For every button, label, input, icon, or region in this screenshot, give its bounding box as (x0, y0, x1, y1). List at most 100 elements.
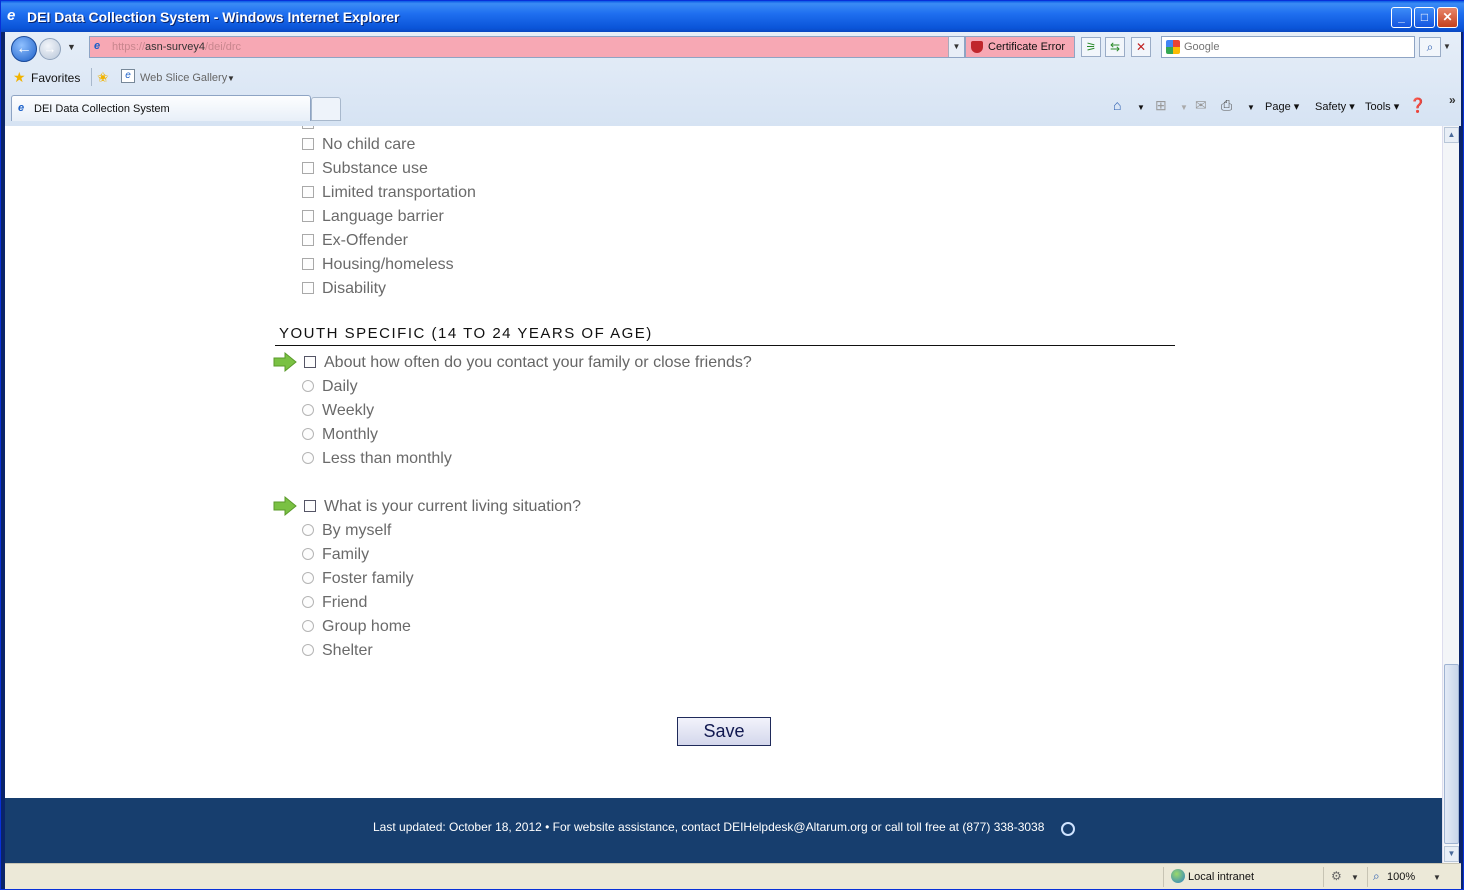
checkbox[interactable] (302, 138, 314, 150)
safety-menu[interactable]: Safety ▾ (1315, 100, 1355, 113)
divider (1163, 867, 1164, 887)
search-input[interactable] (1184, 39, 1410, 55)
compatibility-view-icon[interactable]: ⚞ (1081, 37, 1101, 57)
protected-mode-dropdown-icon[interactable]: ▼ (1351, 873, 1359, 882)
certificate-error-button[interactable]: Certificate Error (965, 36, 1075, 58)
history-dropdown-icon[interactable]: ▼ (67, 42, 76, 52)
close-button[interactable]: ✕ (1437, 7, 1458, 28)
option-label: Foster family (322, 570, 414, 587)
divider (91, 68, 92, 86)
radio-button[interactable] (302, 428, 314, 440)
scroll-thumb[interactable] (1444, 664, 1459, 844)
section-divider (275, 345, 1175, 346)
page-icon: e (94, 40, 101, 52)
print-dropdown-icon[interactable]: ▼ (1247, 103, 1255, 112)
save-button[interactable]: Save (677, 717, 771, 746)
help-icon[interactable]: ❓ (1409, 97, 1426, 114)
arrow-right-icon (273, 495, 297, 517)
option-label: By myself (322, 522, 392, 539)
option-label: No child care (322, 136, 416, 153)
checkbox[interactable] (302, 162, 314, 174)
address-dropdown-icon[interactable]: ▼ (948, 37, 964, 57)
back-button[interactable]: ← (11, 36, 37, 62)
option-label: Daily (322, 378, 358, 395)
tab-active[interactable]: e DEI Data Collection System (11, 95, 311, 121)
zoom-icon[interactable]: ⌕ (1373, 869, 1380, 884)
question-checkbox[interactable] (304, 500, 316, 512)
web-slice-gallery-link[interactable]: Web Slice Gallery (140, 72, 227, 84)
certificate-error-label: Certificate Error (988, 41, 1066, 53)
scroll-up-icon[interactable]: ▲ (1444, 127, 1459, 143)
radio-button[interactable] (302, 524, 314, 536)
forward-button[interactable]: → (39, 38, 61, 60)
favorites-star-icon[interactable]: ★ (13, 69, 26, 86)
checkbox[interactable] (302, 126, 314, 129)
arrow-right-icon (273, 351, 297, 373)
question-label: What is your current living situation? (324, 498, 581, 515)
option-label: Substance use (322, 160, 428, 177)
option-label: Language barrier (322, 208, 444, 225)
status-bar: Local intranet ⚙ ▼ ⌕ 100% ▼ (5, 863, 1461, 889)
radio-button[interactable] (302, 404, 314, 416)
print-icon[interactable]: ⎙ (1221, 97, 1232, 114)
option-label: Housing/homeless (322, 256, 454, 273)
search-box[interactable] (1161, 36, 1415, 58)
window-title: DEI Data Collection System - Windows Int… (27, 9, 400, 25)
vertical-scrollbar[interactable]: ▲ ▼ (1442, 126, 1459, 863)
zoom-dropdown-icon[interactable]: ▼ (1433, 873, 1441, 882)
add-favorites-icon[interactable]: ✬ (97, 69, 109, 86)
option-label: Group home (322, 618, 411, 635)
home-dropdown-icon[interactable]: ▼ (1137, 103, 1145, 112)
footer-text: Last updated: October 18, 2012 • For web… (373, 820, 1045, 834)
radio-button[interactable] (302, 380, 314, 392)
option-label: Weekly (322, 402, 375, 419)
divider (1323, 867, 1324, 887)
feeds-dropdown-icon[interactable]: ▼ (1180, 103, 1188, 112)
security-zone[interactable]: Local intranet (1188, 871, 1254, 883)
chevron-right-icon[interactable]: » (1449, 93, 1456, 107)
scroll-down-icon[interactable]: ▼ (1444, 846, 1459, 862)
web-slice-icon: e (121, 69, 135, 83)
intranet-zone-icon (1171, 869, 1185, 883)
checkbox[interactable] (302, 282, 314, 294)
favorites-button[interactable]: Favorites (31, 71, 80, 85)
new-tab-button[interactable] (311, 97, 341, 121)
radio-button[interactable] (302, 644, 314, 656)
checkbox[interactable] (302, 186, 314, 198)
zoom-level[interactable]: 100% (1387, 871, 1415, 883)
radio-button[interactable] (302, 572, 314, 584)
maximize-button[interactable]: □ (1414, 7, 1435, 28)
option-label: Disability (322, 280, 387, 297)
page-content: No child care Substance use Limited transp… (5, 126, 1442, 863)
favorites-bar: ★ Favorites ✬ e Web Slice Gallery ▼ (5, 64, 1461, 90)
protected-mode-icon[interactable]: ⚙ (1331, 869, 1342, 883)
google-icon (1166, 40, 1180, 54)
tools-menu[interactable]: Tools ▾ (1365, 100, 1399, 113)
search-icon[interactable]: ⌕ (1419, 37, 1441, 57)
radio-button[interactable] (302, 620, 314, 632)
address-bar[interactable]: e https://asn-survey4/dei/drc ▼ (89, 36, 965, 58)
stop-icon[interactable]: ✕ (1131, 37, 1151, 57)
phone-icon[interactable] (1061, 822, 1075, 836)
option-label: Family (322, 546, 370, 563)
home-icon[interactable]: ⌂ (1113, 97, 1121, 113)
title-bar: e DEI Data Collection System - Windows I… (1, 1, 1464, 32)
checkbox[interactable] (302, 258, 314, 270)
minimize-button[interactable]: _ (1391, 7, 1412, 28)
checkbox[interactable] (302, 234, 314, 246)
divider (1367, 867, 1368, 887)
browser-toolbar: ← → ▼ e https://asn-survey4/dei/drc ▼ Ce… (5, 32, 1461, 126)
checkbox[interactable] (302, 210, 314, 222)
option-label: Ex-Offender (322, 232, 408, 249)
feeds-icon[interactable]: ⊞ (1155, 97, 1167, 114)
refresh-icon[interactable]: ⇆ (1105, 37, 1125, 57)
radio-button[interactable] (302, 548, 314, 560)
radio-button[interactable] (302, 596, 314, 608)
browser-window: e DEI Data Collection System - Windows I… (0, 0, 1464, 890)
mail-icon[interactable]: ✉ (1195, 97, 1207, 114)
question-checkbox[interactable] (304, 356, 316, 368)
page-menu[interactable]: Page ▾ (1265, 100, 1299, 113)
web-slice-dropdown-icon[interactable]: ▼ (227, 74, 235, 83)
search-options-icon[interactable]: ▼ (1443, 42, 1451, 51)
radio-button[interactable] (302, 452, 314, 464)
